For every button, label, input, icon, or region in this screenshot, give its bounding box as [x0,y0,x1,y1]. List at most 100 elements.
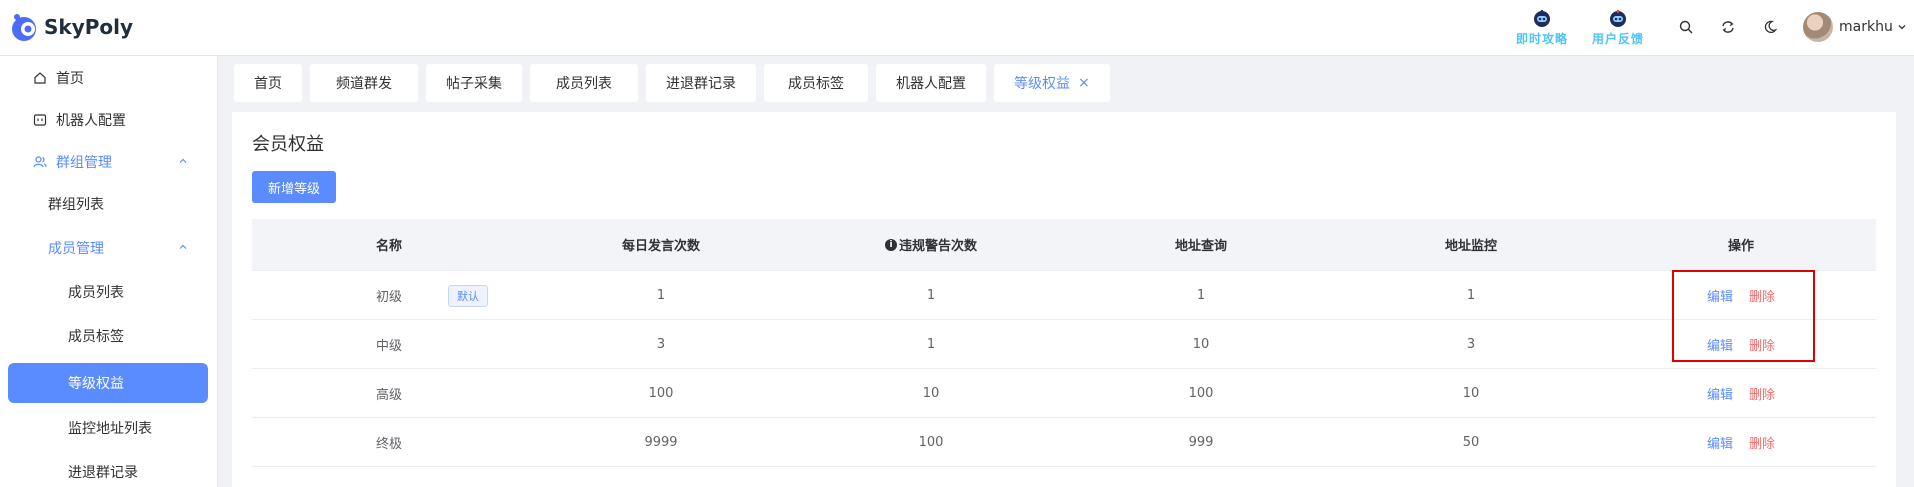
home-icon [32,70,48,86]
tab-member-list[interactable]: 成员列表 [530,64,638,102]
user-feedback-link[interactable]: 用户反馈 [1590,10,1646,47]
robot-icon [1534,10,1550,27]
level-name: 中级 [375,338,402,354]
delete-button[interactable]: 删除 [1749,335,1775,354]
sidebar: 首页 机器人配置 群组管理 群组列表 成员管理 成员列表 成员标签 等级权益 监… [0,56,218,487]
tab-channel-broadcast[interactable]: 频道群发 [310,64,418,102]
search-icon[interactable] [1676,17,1696,37]
cell-monitor: 1 [1466,287,1476,303]
tab-label: 机器人配置 [896,76,966,92]
sidebar-item-label: 群组管理 [56,155,112,171]
cell-name: 高级 [252,369,526,417]
top-header: SkyPoly 即时攻略 用户反馈 markhu [0,0,1914,56]
tab-label: 首页 [254,76,282,92]
quick-guide-link[interactable]: 即时攻略 [1514,10,1570,47]
cell-warn: 1 [926,336,936,352]
sidebar-item-label: 等级权益 [68,376,124,392]
level-name: 初级 [375,289,402,305]
delete-button[interactable]: 删除 [1749,433,1775,452]
close-icon[interactable]: × [1078,75,1090,91]
tab-post-collection[interactable]: 帖子采集 [426,64,522,102]
sidebar-item-bot-config[interactable]: 机器人配置 [0,100,217,140]
chevron-up-icon [179,158,187,163]
cell-monitor: 3 [1466,336,1476,352]
robot-icon [1610,10,1626,27]
sidebar-item-member-management[interactable]: 成员管理 [0,228,217,268]
sidebar-item-join-leave-records[interactable]: 进退群记录 [0,452,217,487]
benefits-card: 会员权益 新增等级 名称 每日发言次数 i 违规警告次数 地址查询 地址监控 操… [232,112,1896,487]
cell-warn: 10 [922,385,940,401]
sidebar-item-group-list[interactable]: 群组列表 [0,184,217,224]
sidebar-item-home[interactable]: 首页 [0,58,217,98]
tab-join-leave-records[interactable]: 进退群记录 [646,64,756,102]
levels-table: 名称 每日发言次数 i 违规警告次数 地址查询 地址监控 操作 初级 默认 1 … [252,219,1876,467]
column-header-address-query: 地址查询 [1174,239,1227,254]
tab-label: 等级权益 [1014,76,1070,92]
sidebar-item-member-list[interactable]: 成员列表 [0,272,217,312]
tab-label: 成员列表 [556,76,612,92]
edit-button[interactable]: 编辑 [1707,384,1733,403]
sidebar-item-member-tags[interactable]: 成员标签 [0,316,217,356]
table-header: 名称 每日发言次数 i 违规警告次数 地址查询 地址监控 操作 [252,219,1876,271]
cell-actions: 编辑 删除 [1606,369,1876,417]
info-icon[interactable]: i [884,238,897,251]
default-tag: 默认 [448,285,488,307]
sidebar-item-label: 监控地址列表 [68,421,152,437]
user-feedback-label: 用户反馈 [1591,32,1644,46]
column-header-label: 违规警告次数 [898,239,977,254]
edit-button[interactable]: 编辑 [1707,335,1733,354]
sidebar-item-group-management[interactable]: 群组管理 [0,142,217,182]
moon-icon[interactable] [1760,17,1780,37]
cell-monitor: 50 [1462,434,1480,450]
sidebar-item-label: 群组列表 [48,197,104,213]
tab-label: 进退群记录 [666,76,736,92]
cell-warn: 100 [918,434,944,450]
tab-bot-config[interactable]: 机器人配置 [876,64,986,102]
table-row: 高级 100 10 100 10 编辑 删除 [252,369,1876,418]
add-level-button[interactable]: 新增等级 [252,171,337,203]
cell-name: 中级 [252,320,526,368]
cell-daily: 9999 [644,434,678,450]
cell-name: 初级 默认 [252,271,526,319]
table-row: 中级 3 1 10 3 编辑 删除 [252,320,1876,369]
refresh-icon[interactable] [1718,17,1738,37]
skypoly-logo-icon [12,14,36,41]
cell-monitor: 10 [1462,385,1480,401]
cell-warn: 1 [926,287,936,303]
tab-member-tags[interactable]: 成员标签 [764,64,868,102]
column-header-warnings: i 违规警告次数 [796,219,1066,270]
column-header-daily-messages: 每日发言次数 [621,239,700,254]
tab-bar: 首页 频道群发 帖子采集 成员列表 进退群记录 成员标签 机器人配置 等级权益 … [234,64,1110,102]
tab-home[interactable]: 首页 [234,64,302,102]
tab-level-benefits[interactable]: 等级权益 × [994,64,1110,102]
level-name: 终极 [375,436,402,452]
cell-query: 1 [1196,287,1206,303]
table-row: 初级 默认 1 1 1 1 编辑 删除 [252,271,1876,320]
column-header-actions: 操作 [1727,239,1754,254]
delete-button[interactable]: 删除 [1749,384,1775,403]
cell-query: 100 [1188,385,1214,401]
tab-label: 成员标签 [788,76,844,92]
delete-button[interactable]: 删除 [1749,286,1775,305]
edit-button[interactable]: 编辑 [1707,286,1733,305]
username: markhu [1839,19,1893,35]
cell-daily: 100 [648,385,674,401]
tab-label: 频道群发 [336,76,392,92]
sidebar-item-monitor-address-list[interactable]: 监控地址列表 [0,408,217,448]
app-logo[interactable]: SkyPoly [8,11,133,43]
sidebar-item-label: 成员标签 [68,329,124,345]
column-header-name: 名称 [375,239,402,254]
quick-guide-label: 即时攻略 [1515,32,1568,46]
cell-actions: 编辑 删除 [1606,320,1876,368]
sidebar-item-label: 成员管理 [48,241,104,257]
user-menu[interactable]: markhu [1803,12,1907,42]
sidebar-item-label: 首页 [56,71,84,87]
sidebar-item-level-benefits[interactable]: 等级权益 [8,363,208,403]
users-icon [32,154,48,170]
sidebar-item-label: 成员列表 [68,285,124,301]
cell-query: 10 [1192,336,1210,352]
edit-button[interactable]: 编辑 [1707,433,1733,452]
cell-actions: 编辑 删除 [1606,418,1876,466]
chevron-down-icon [1898,25,1906,30]
page-title: 会员权益 [252,134,324,155]
